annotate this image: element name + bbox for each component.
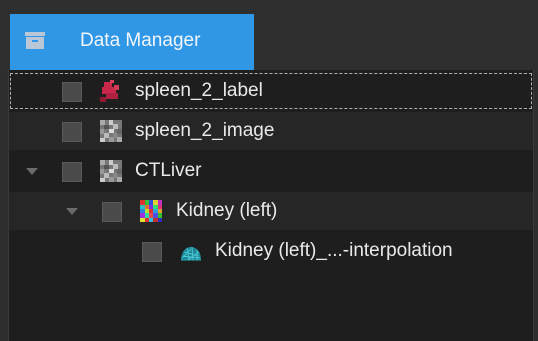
- tree-row-kidney-left-interpolation[interactable]: Kidney (left)_...-interpolation: [9, 232, 533, 270]
- tree-node-label: spleen_2_label: [135, 80, 263, 101]
- tree-node-label: Kidney (left)_...-interpolation: [215, 240, 453, 261]
- visibility-checkbox[interactable]: [142, 242, 162, 262]
- tree-node-label: spleen_2_image: [135, 120, 275, 141]
- archive-box-icon: [25, 32, 45, 49]
- expand-arrow-icon[interactable]: [66, 208, 78, 215]
- data-manager-window: Data Manager spleen_2_label spleen_2_ima…: [0, 0, 538, 341]
- label-image-icon: [100, 80, 122, 102]
- tab-data-manager[interactable]: Data Manager: [10, 14, 254, 70]
- tree-row-spleen-2-label[interactable]: spleen_2_label: [9, 72, 533, 110]
- visibility-checkbox[interactable]: [62, 122, 82, 142]
- grayscale-image-icon: [100, 160, 122, 182]
- expand-arrow-icon[interactable]: [26, 168, 38, 175]
- surface-mesh-icon: [179, 242, 201, 264]
- tab-bar: Data Manager: [0, 0, 538, 70]
- tree-row-kidney-left[interactable]: Kidney (left): [9, 192, 533, 230]
- data-tree[interactable]: spleen_2_label spleen_2_image CTLiver Ki…: [8, 70, 534, 341]
- visibility-checkbox[interactable]: [62, 162, 82, 182]
- tree-node-label: CTLiver: [135, 160, 202, 181]
- visibility-checkbox[interactable]: [62, 82, 82, 102]
- tab-label: Data Manager: [80, 30, 201, 51]
- grayscale-image-icon: [100, 120, 122, 142]
- multilabel-image-icon: [140, 200, 162, 222]
- tree-node-label: Kidney (left): [176, 200, 278, 221]
- tree-row-ctliver[interactable]: CTLiver: [9, 152, 533, 190]
- visibility-checkbox[interactable]: [102, 202, 122, 222]
- tree-row-spleen-2-image[interactable]: spleen_2_image: [9, 112, 533, 150]
